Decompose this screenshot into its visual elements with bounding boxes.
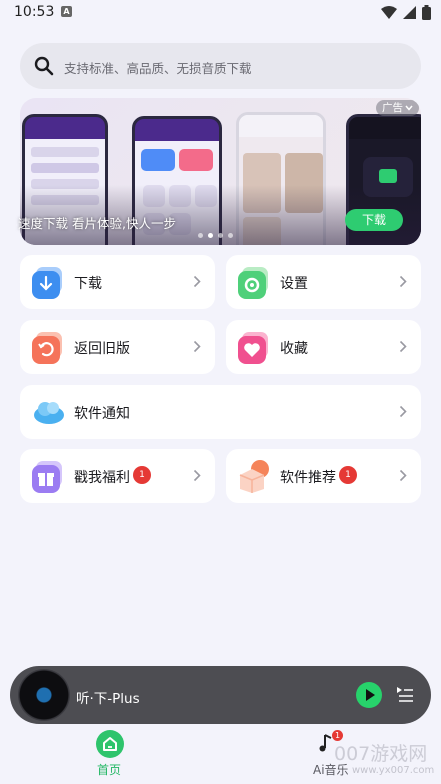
signal-icon [403, 6, 416, 19]
album-disc[interactable] [18, 669, 70, 721]
gear-icon [238, 267, 268, 299]
home-icon [103, 737, 117, 751]
chevron-right-icon [399, 340, 407, 353]
banner-download-button[interactable]: 下载 [345, 209, 403, 231]
recommend-badge: 1 [339, 466, 357, 484]
search-placeholder: 支持标准、高品质、无损音质下载 [64, 61, 252, 76]
mini-player[interactable]: 听·下-Plus [10, 666, 431, 724]
search-icon [34, 56, 54, 76]
status-icons [381, 5, 431, 20]
chevron-right-icon [193, 340, 201, 353]
favorites-card[interactable]: 收藏 [226, 320, 421, 374]
notification-a-icon: A [61, 6, 72, 17]
ad-badge[interactable]: 广告 [376, 100, 419, 116]
chevron-right-icon [399, 405, 407, 418]
cloud-icon [34, 402, 64, 424]
carousel-dot [198, 233, 203, 238]
chevron-right-icon [399, 469, 407, 482]
battery-icon [422, 5, 431, 20]
nav-home-label[interactable]: 首页 [97, 761, 121, 778]
download-icon [32, 267, 62, 299]
status-time: 10:53 [14, 4, 55, 20]
nav-home-button[interactable] [96, 730, 124, 758]
cube-icon [239, 460, 269, 493]
recommend-card[interactable]: 软件推荐 1 [226, 449, 421, 503]
chevron-down-icon [405, 105, 413, 111]
welfare-card[interactable]: 戳我福利 1 [20, 449, 215, 503]
download-card[interactable]: 下载 [20, 255, 215, 309]
chevron-right-icon [399, 275, 407, 288]
search-input[interactable]: 支持标准、高品质、无损音质下载 [20, 43, 421, 89]
carousel-dots [198, 233, 233, 238]
player-title: 听·下-Plus [76, 691, 140, 707]
watermark: 007游戏网 [334, 743, 428, 765]
old-version-card[interactable]: 返回旧版 [20, 320, 215, 374]
banner-caption: 速度下载 看片体验,快人一步 [18, 216, 176, 231]
status-bar: 10:53 A [0, 0, 441, 26]
heart-icon [238, 332, 268, 364]
watermark-url: www.yx007.com [352, 765, 435, 776]
play-button[interactable] [356, 682, 382, 708]
play-icon [366, 689, 375, 701]
welfare-badge: 1 [133, 466, 151, 484]
wifi-icon [381, 6, 397, 19]
notification-card[interactable]: 软件通知 [20, 385, 421, 439]
gift-icon [32, 461, 62, 493]
restore-icon [32, 332, 62, 364]
settings-card[interactable]: 设置 [226, 255, 421, 309]
carousel-dot [208, 233, 213, 238]
chevron-right-icon [193, 275, 201, 288]
playlist-icon[interactable] [396, 685, 414, 703]
carousel-dot [218, 233, 223, 238]
carousel-dot [228, 233, 233, 238]
chevron-right-icon [193, 469, 201, 482]
